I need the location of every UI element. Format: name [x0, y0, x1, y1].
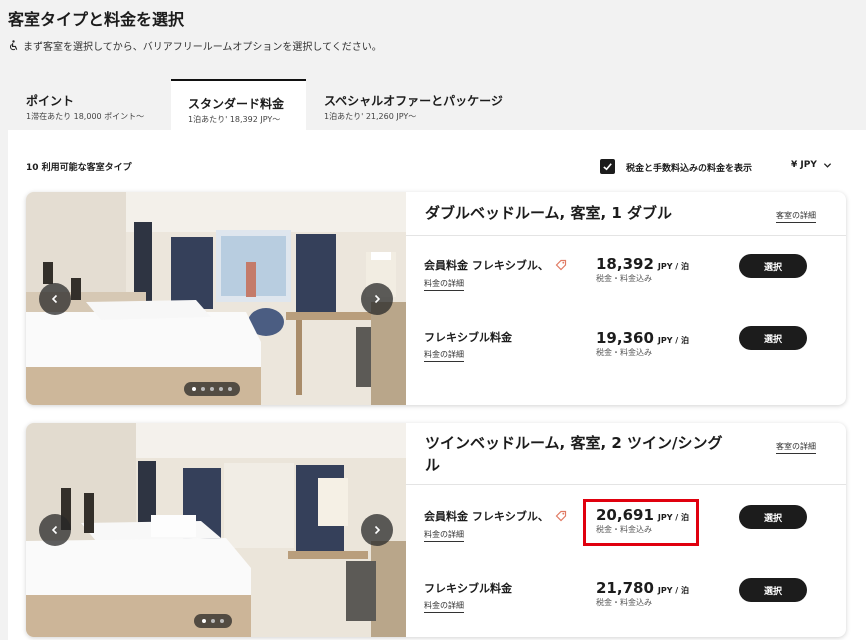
room-card: ツインベッドルーム, 客室, 2 ツイン/シングル 客室の詳細 会員料金 フレキ… — [26, 423, 846, 637]
carousel-dot[interactable] — [210, 387, 214, 391]
page-title: 客室タイプと料金を選択 — [8, 10, 185, 29]
currency-value: ¥ JPY — [791, 160, 817, 170]
price-highlight-box — [583, 499, 699, 546]
carousel-dot[interactable] — [192, 387, 196, 391]
room-photo — [26, 423, 406, 637]
chevron-right-icon — [374, 294, 381, 303]
carousel-dot[interactable] — [211, 619, 215, 623]
chevron-left-icon — [51, 525, 58, 535]
room-title: ツインベッドルーム, 客室, 2 ツイン/シングル — [425, 434, 723, 474]
notice-text: まず客室を選択してから、バリアフリールームオプションを選択してください。 — [23, 42, 382, 53]
tax-inclusive-checkbox[interactable] — [600, 159, 615, 174]
select-rate-button[interactable]: 選択 — [739, 578, 807, 602]
rate-details-link[interactable]: 料金の詳細 — [424, 278, 464, 291]
tab-subtitle: 1泊あたり' 18,392 JPY〜 — [188, 115, 281, 124]
rate-name-text: フレキシブル料金 — [424, 331, 512, 344]
room-details-link[interactable]: 客室の詳細 — [776, 210, 816, 223]
price-note: 税金・料金込み — [596, 348, 652, 357]
room-title: ダブルベッドルーム, 客室, 1 ダブル — [425, 204, 673, 222]
price-note: 税金・料金込み — [596, 598, 652, 607]
accessibility-notice: まず客室を選択してから、バリアフリールームオプションを選択してください。 — [8, 38, 382, 53]
room-card: ダブルベッドルーム, 客室, 1 ダブル 客室の詳細 会員料金 フレキシブル、 … — [26, 192, 846, 405]
rate-details-link[interactable]: 料金の詳細 — [424, 600, 464, 613]
carousel-dot[interactable] — [202, 619, 206, 623]
carousel-next-button[interactable] — [361, 282, 393, 315]
carousel-dot[interactable] — [228, 387, 232, 391]
price-tag-icon — [555, 259, 566, 271]
select-rate-button[interactable]: 選択 — [739, 254, 807, 278]
divider — [406, 484, 846, 485]
chevron-down-icon — [823, 162, 831, 168]
tab-subtitle: 1泊あたり' 21,260 JPY〜 — [324, 112, 417, 121]
price-note: 税金・料金込み — [596, 274, 652, 283]
rate-price: 19,360 JPY / 泊 税金・料金込み — [596, 328, 689, 358]
carousel-dot[interactable] — [220, 619, 224, 623]
chevron-left-icon — [51, 294, 58, 303]
carousel-prev-button[interactable] — [39, 282, 71, 315]
rate-name-text: フレキシブル料金 — [424, 582, 512, 595]
price-unit: JPY / 泊 — [657, 586, 690, 595]
price-amount: 18,392 — [596, 255, 654, 273]
available-rooms-count: 10 利用可能な客室タイプ — [26, 163, 132, 173]
rate-price: 18,392 JPY / 泊 税金・料金込み — [596, 254, 689, 284]
tab-standard-rates[interactable]: スタンダード料金 1泊あたり' 18,392 JPY〜 — [171, 79, 306, 131]
currency-selector[interactable]: ¥ JPY — [791, 160, 832, 170]
room-photo-carousel — [26, 423, 406, 637]
room-photo — [26, 192, 406, 405]
price-unit: JPY / 泊 — [657, 336, 690, 345]
tab-title: ポイント — [26, 94, 75, 108]
select-rate-button[interactable]: 選択 — [739, 505, 807, 529]
divider — [406, 235, 846, 236]
carousel-prev-button[interactable] — [39, 514, 71, 546]
tab-special-offers[interactable]: スペシャルオファーとパッケージ 1泊あたり' 21,260 JPY〜 — [324, 92, 503, 122]
tax-inclusive-label[interactable]: 税金と手数料込みの料金を表示 — [626, 161, 752, 174]
carousel-dots — [184, 382, 240, 396]
carousel-dot[interactable] — [201, 387, 205, 391]
carousel-dot[interactable] — [219, 387, 223, 391]
tab-points[interactable]: ポイント 1滞在あたり 18,000 ポイント〜 — [26, 92, 144, 122]
accessibility-icon — [9, 40, 18, 51]
select-rate-button[interactable]: 選択 — [739, 326, 807, 350]
tab-title: スタンダード料金 — [188, 97, 285, 111]
rate-name: フレキシブル料金 — [424, 580, 512, 596]
rate-name: フレキシブル料金 — [424, 329, 512, 345]
rate-price: 21,780 JPY / 泊 税金・料金込み — [596, 578, 689, 608]
carousel-dots — [194, 614, 232, 628]
tab-title: スペシャルオファーとパッケージ — [324, 94, 503, 108]
carousel-next-button[interactable] — [361, 514, 393, 546]
price-tag-icon — [555, 510, 566, 522]
rate-name-text: 会員料金 フレキシブル、 — [424, 259, 549, 272]
price-amount: 21,780 — [596, 579, 654, 597]
chevron-right-icon — [374, 525, 381, 535]
rate-details-link[interactable]: 料金の詳細 — [424, 349, 464, 362]
tab-subtitle: 1滞在あたり 18,000 ポイント〜 — [26, 112, 145, 121]
room-photo-carousel — [26, 192, 406, 405]
rate-name: 会員料金 フレキシブル、 — [424, 508, 567, 524]
rate-details-link[interactable]: 料金の詳細 — [424, 529, 464, 542]
checkbox-check-icon — [603, 163, 612, 171]
price-unit: JPY / 泊 — [657, 262, 690, 271]
rate-name-text: 会員料金 フレキシブル、 — [424, 510, 549, 523]
room-details-link[interactable]: 客室の詳細 — [776, 441, 816, 454]
price-amount: 19,360 — [596, 329, 654, 347]
rate-name: 会員料金 フレキシブル、 — [424, 257, 567, 273]
